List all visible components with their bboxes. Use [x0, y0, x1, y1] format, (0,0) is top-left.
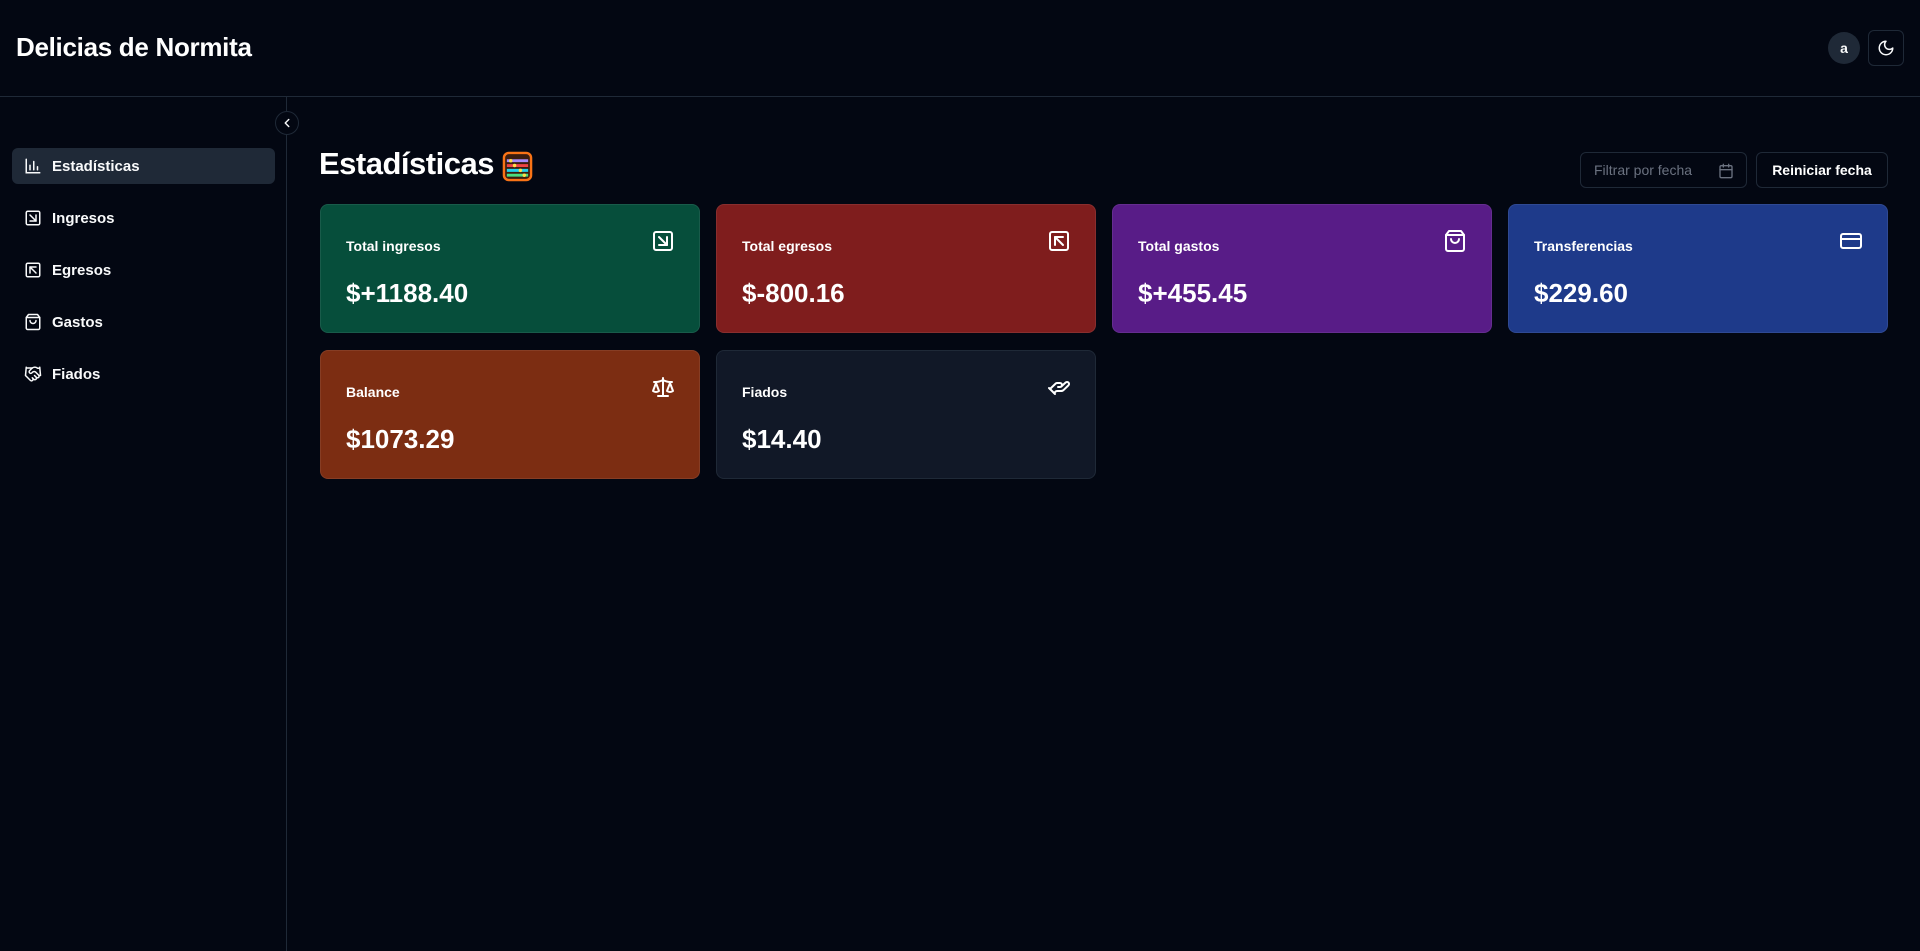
sidebar-item-gastos[interactable]: Gastos [12, 304, 275, 340]
sidebar-item-ingresos[interactable]: Ingresos [12, 200, 275, 236]
card-value: $-800.16 [742, 278, 845, 308]
card-title: Fiados [742, 384, 788, 400]
card-title: Total ingresos [346, 238, 441, 254]
abacus-icon [502, 151, 533, 182]
moon-icon [1878, 40, 1894, 56]
sidebar-item-egresos[interactable]: Egresos [12, 252, 275, 288]
sidebar-item-label: Gastos [52, 313, 103, 331]
card-total-egresos: Total egresos $-800.16 [716, 204, 1096, 333]
card-transferencias: Transferencias $229.60 [1508, 204, 1888, 333]
date-filter-input[interactable] [1594, 162, 1714, 178]
top-header: Delicias de Normita a [0, 0, 1920, 97]
shopping-bag-icon [1445, 230, 1465, 252]
scale-icon [652, 377, 674, 397]
sidebar-item-label: Ingresos [52, 209, 115, 227]
card-total-ingresos: Total ingresos $+1188.40 [320, 204, 700, 333]
sidebar-collapse-button[interactable] [275, 111, 299, 135]
card-title: Total egresos [742, 238, 832, 254]
credit-card-icon [1840, 233, 1862, 249]
chevron-left-icon [284, 118, 290, 128]
page-title: Estadísticas [319, 146, 494, 181]
arrow-down-right-square-icon [653, 231, 673, 251]
arrow-up-left-square-icon [1049, 231, 1069, 251]
card-value: $229.60 [1534, 278, 1628, 308]
sidebar-item-fiados[interactable]: Fiados [12, 356, 275, 392]
arrow-up-left-square-icon [24, 261, 42, 279]
handshake-icon [1048, 380, 1070, 395]
reset-date-button[interactable]: Reiniciar fecha [1756, 152, 1888, 188]
sidebar-item-label: Estadísticas [52, 157, 140, 175]
calendar-icon [1719, 163, 1733, 179]
theme-toggle-button[interactable] [1868, 30, 1904, 66]
card-value: $1073.29 [346, 424, 455, 454]
card-title: Total gastos [1138, 238, 1220, 254]
shopping-bag-icon [24, 313, 42, 331]
card-value: $+455.45 [1138, 278, 1248, 308]
card-fiados: Fiados $14.40 [716, 350, 1096, 479]
card-title: Transferencias [1534, 238, 1633, 254]
sidebar-item-estadisticas[interactable]: Estadísticas [12, 148, 275, 184]
card-title: Balance [346, 384, 400, 400]
brand-title: Delicias de Normita [16, 32, 252, 62]
card-total-gastos: Total gastos $+455.45 [1112, 204, 1492, 333]
avatar[interactable]: a [1828, 32, 1860, 64]
sidebar-item-label: Fiados [52, 365, 101, 383]
date-filter-field[interactable] [1580, 152, 1747, 188]
handshake-icon [24, 365, 42, 383]
card-value: $+1188.40 [346, 278, 469, 308]
sidebar-item-label: Egresos [52, 261, 112, 279]
card-value: $14.40 [742, 424, 822, 454]
bar-chart-icon [24, 157, 42, 175]
arrow-down-right-square-icon [24, 209, 42, 227]
card-balance: Balance $1073.29 [320, 350, 700, 479]
